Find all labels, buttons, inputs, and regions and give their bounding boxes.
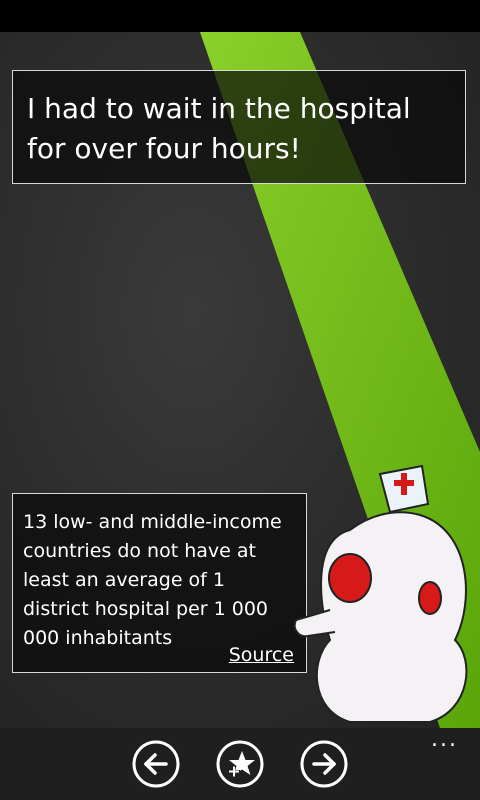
arrow-right-icon	[312, 753, 336, 775]
fact-box: 13 low- and middle-income countries do n…	[12, 493, 307, 673]
favorite-button[interactable]	[216, 740, 264, 788]
fact-text: 13 low- and middle-income countries do n…	[23, 511, 282, 649]
arrow-left-icon	[144, 753, 168, 775]
source-link[interactable]: Source	[229, 644, 294, 666]
quote-text: I had to wait in the hospital for over f…	[27, 92, 411, 165]
previous-button[interactable]	[132, 740, 180, 788]
quote-box: I had to wait in the hospital for over f…	[12, 70, 466, 184]
star-plus-icon	[228, 751, 255, 778]
status-bar	[0, 0, 480, 32]
app-bar: ...	[0, 728, 480, 800]
content-area: I had to wait in the hospital for over f…	[0, 32, 480, 728]
nurse-mascot	[293, 464, 468, 723]
more-options-button[interactable]: ...	[431, 729, 458, 751]
next-button[interactable]	[300, 740, 348, 788]
